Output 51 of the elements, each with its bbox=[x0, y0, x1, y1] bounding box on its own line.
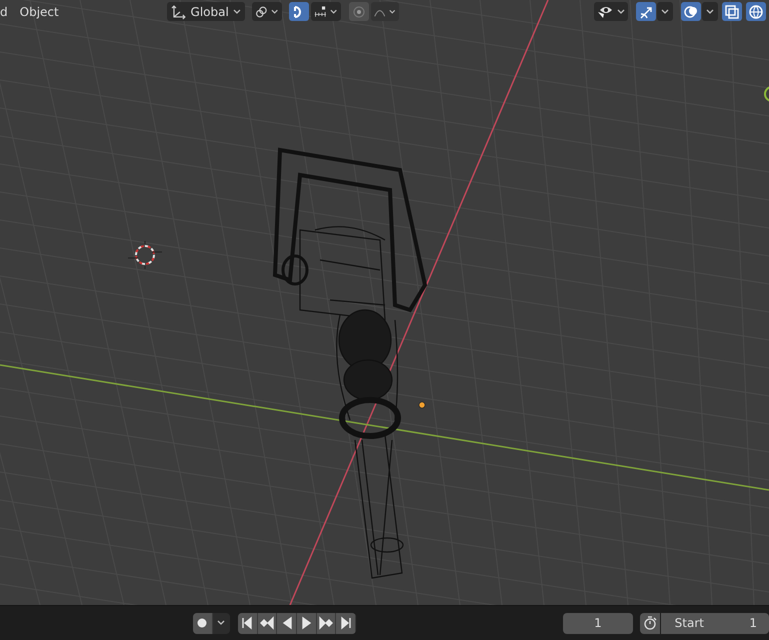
playback-button[interactable] bbox=[336, 612, 356, 634]
playback-icon bbox=[338, 616, 353, 630]
record-icon bbox=[197, 618, 208, 628]
visibility-dropdown[interactable] bbox=[594, 2, 628, 21]
snap-dropdown[interactable] bbox=[310, 2, 341, 21]
overlay-dropdown[interactable] bbox=[702, 2, 718, 21]
overlay-toggle[interactable] bbox=[681, 2, 701, 21]
playback-icon bbox=[240, 616, 254, 630]
playback-icon bbox=[318, 616, 333, 630]
increment-icon bbox=[314, 4, 326, 18]
current-frame-field[interactable]: 1 bbox=[562, 612, 634, 634]
snap-toggle[interactable] bbox=[288, 2, 309, 21]
chevron-icon bbox=[617, 8, 625, 14]
eye-icon bbox=[597, 4, 613, 18]
origin-dot bbox=[418, 402, 426, 408]
menu-item[interactable]: d bbox=[0, 4, 12, 18]
chevron-icon bbox=[661, 8, 669, 14]
globe-icon bbox=[748, 4, 764, 20]
playback-button[interactable] bbox=[258, 612, 278, 634]
playback-button[interactable] bbox=[316, 612, 336, 634]
stopwatch-icon bbox=[642, 616, 657, 630]
preview-range-button[interactable] bbox=[640, 612, 660, 634]
axes-icon bbox=[170, 4, 187, 20]
gizmo-toggle[interactable] bbox=[636, 2, 656, 21]
chevron-icon bbox=[216, 620, 225, 626]
navigation-gizmo-icon[interactable] bbox=[764, 86, 769, 102]
circles-icon bbox=[683, 4, 699, 20]
pivot-dropdown[interactable] bbox=[252, 2, 282, 21]
playback-button[interactable] bbox=[297, 612, 317, 634]
orientation-label: Global bbox=[190, 4, 229, 18]
chevron-icon bbox=[389, 8, 396, 14]
falloff-dropdown[interactable] bbox=[370, 2, 399, 21]
chevron-icon bbox=[232, 8, 241, 14]
link-icon bbox=[254, 4, 268, 18]
3d-cursor-icon bbox=[128, 240, 162, 270]
menu-item[interactable]: Object bbox=[20, 4, 63, 18]
squares-icon bbox=[724, 4, 740, 20]
target-icon bbox=[350, 4, 367, 20]
playback-icon bbox=[260, 616, 274, 630]
playback-button[interactable] bbox=[277, 612, 298, 634]
xray-toggle[interactable] bbox=[722, 2, 742, 21]
chevron-icon bbox=[271, 8, 279, 14]
playback-button[interactable] bbox=[238, 612, 258, 634]
record-button[interactable] bbox=[193, 612, 213, 634]
orientation-dropdown[interactable]: Global bbox=[166, 2, 245, 21]
globe-toggle[interactable] bbox=[746, 2, 766, 21]
chevron-icon bbox=[330, 8, 338, 14]
gizmo-dropdown[interactable] bbox=[657, 2, 673, 21]
proportional-toggle[interactable] bbox=[348, 2, 369, 21]
start-frame-field[interactable]: Start 1 bbox=[660, 612, 769, 634]
chevron-icon bbox=[706, 8, 714, 14]
